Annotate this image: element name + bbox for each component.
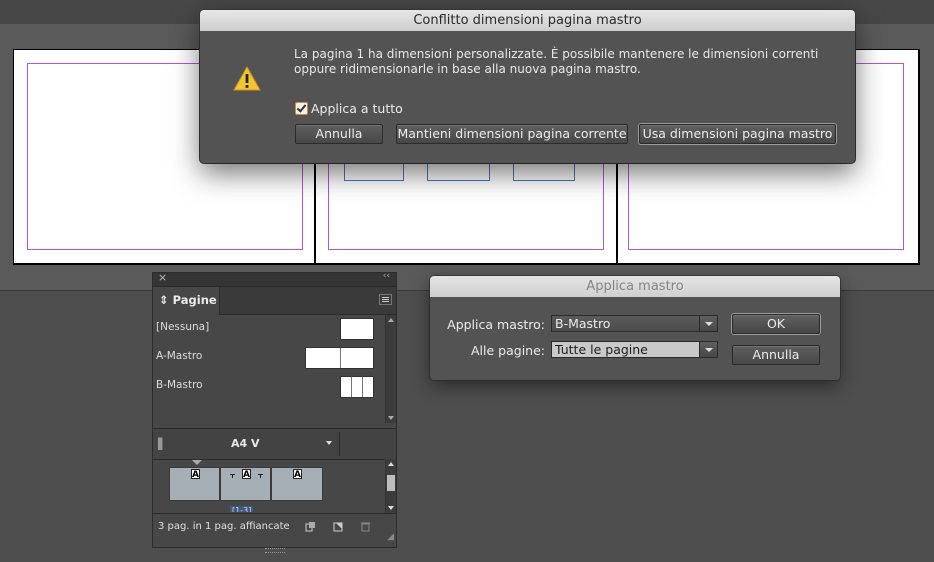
keep-current-size-button[interactable]: Mantieni dimensioni pagina corrente xyxy=(396,124,628,144)
page-count-status: 3 pag. in 1 pag. affiancate xyxy=(158,521,290,532)
master-item-label: [Nessuna] xyxy=(156,321,210,333)
master-item-label: B-Mastro xyxy=(156,379,203,391)
ok-button[interactable]: OK xyxy=(732,314,820,334)
master-thumbnail[interactable] xyxy=(305,347,374,369)
scroll-down-icon[interactable] xyxy=(388,416,394,420)
warning-icon xyxy=(233,65,261,94)
collapse-icon[interactable]: ‹‹ xyxy=(383,271,390,281)
message-line-1: La pagina 1 ha dimensioni personalizzate… xyxy=(294,47,819,61)
master-thumbnail[interactable] xyxy=(340,318,374,340)
tab-pages[interactable]: ⇕ Pagine xyxy=(153,287,220,315)
updown-icon: ⇕ xyxy=(159,293,169,307)
master-select[interactable]: B-Mastro xyxy=(551,315,718,332)
master-prefix: A xyxy=(242,469,251,480)
dialog-title: Conflitto dimensioni pagina mastro xyxy=(200,10,855,31)
panel-tab-row: ⇕ Pagine xyxy=(153,287,396,315)
master-item-b[interactable]: B-Mastro xyxy=(153,373,385,401)
spread-number: [1-3] xyxy=(230,506,254,512)
master-select-value: B-Mastro xyxy=(555,316,611,331)
scroll-up-icon[interactable] xyxy=(388,318,394,322)
panel-menu-icon[interactable] xyxy=(379,294,392,305)
conflict-message: La pagina 1 ha dimensioni personalizzate… xyxy=(294,47,834,77)
tab-pages-label: Pagine xyxy=(172,293,217,307)
panel-drag-handle[interactable] xyxy=(265,548,285,553)
master-thumbnail[interactable] xyxy=(340,376,374,398)
apply-all-checkbox[interactable]: Applica a tutto xyxy=(295,101,403,116)
pages-panel: × ‹‹ ⇕ Pagine [Nessuna] A-Mastro B-Mastr… xyxy=(152,271,397,553)
scroll-down-icon[interactable] xyxy=(388,506,394,510)
master-prefix: A xyxy=(293,469,302,480)
cancel-button[interactable]: Annulla xyxy=(732,345,820,365)
page-size-select[interactable]: A4 V xyxy=(231,437,260,450)
pages-target-select[interactable]: Tutte le pagine xyxy=(551,341,718,358)
apply-master-label: Applica mastro: xyxy=(447,317,545,332)
pin-icon xyxy=(258,474,263,478)
use-master-size-button[interactable]: Usa dimensioni pagina mastro xyxy=(639,124,836,144)
scroll-up-icon[interactable] xyxy=(388,462,394,466)
master-item-label: A-Mastro xyxy=(156,350,203,362)
apply-master-dialog: Applica mastro Applica mastro: B-Mastro … xyxy=(430,276,840,380)
scroll-thumb[interactable] xyxy=(387,475,395,491)
pages-target-value: Tutte le pagine xyxy=(555,342,648,357)
pages-spread-area: A A A [1-3] xyxy=(153,459,385,513)
master-item-none[interactable]: [Nessuna] xyxy=(153,315,385,343)
cancel-button[interactable]: Annulla xyxy=(295,124,383,144)
apply-all-label: Applica a tutto xyxy=(311,101,403,116)
chevron-down-icon[interactable] xyxy=(699,342,717,357)
trash-icon[interactable] xyxy=(360,521,371,532)
close-icon[interactable]: × xyxy=(158,271,167,284)
page-thumbnail-1[interactable]: A xyxy=(169,467,220,501)
master-prefix: A xyxy=(191,469,200,480)
checkbox-checked-icon[interactable] xyxy=(295,102,308,115)
master-item-a[interactable]: A-Mastro xyxy=(153,344,385,372)
page-size-bar: ▪ ▪ ▪ A4 V xyxy=(153,428,396,460)
panel-header-bar: × ‹‹ xyxy=(153,271,396,287)
master-size-conflict-dialog: Conflitto dimensioni pagina mastro La pa… xyxy=(200,10,855,163)
chevron-down-icon[interactable] xyxy=(699,316,717,331)
page-thumbnail-2[interactable]: A xyxy=(220,467,271,501)
message-line-2: oppure ridimensionarle in base alla nuov… xyxy=(294,62,641,76)
panel-status-bar: 3 pag. in 1 pag. affiancate ◢ xyxy=(153,513,396,542)
resize-grip-icon[interactable]: ◢ xyxy=(387,532,394,542)
master-list-scrollbar[interactable] xyxy=(385,315,396,423)
pin-icon xyxy=(230,474,235,478)
pages-scrollbar[interactable] xyxy=(385,459,396,513)
chevron-down-icon[interactable] xyxy=(326,441,332,445)
new-page-icon[interactable] xyxy=(333,521,344,532)
master-list: [Nessuna] A-Mastro B-Mastro xyxy=(153,315,385,423)
dialog-title: Applica mastro xyxy=(430,276,840,297)
grip-icon[interactable]: ▪ ▪ ▪ xyxy=(157,436,163,453)
page-size-edit-icon[interactable] xyxy=(305,521,316,532)
page-thumbnail-3[interactable]: A xyxy=(271,467,323,501)
spread-indicator-icon xyxy=(192,460,202,465)
pages-target-label: Alle pagine: xyxy=(471,343,545,358)
